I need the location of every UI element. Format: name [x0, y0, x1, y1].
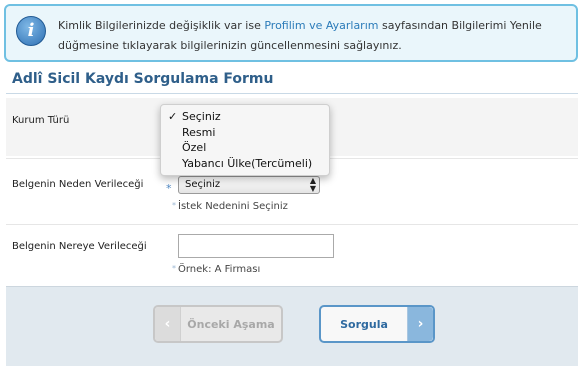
dropdown-option-ozel[interactable]: Özel [161, 140, 329, 156]
info-icon: i [16, 16, 46, 46]
nereye-hint-text: Örnek: A Firması [178, 264, 261, 275]
kurum-label: Kurum Türü [12, 115, 70, 126]
info-message-box: i Kimlik Bilgilerinizde değişiklik var i… [4, 4, 578, 62]
dropdown-option-label: Resmi [182, 125, 216, 139]
neden-hint: * İstek Nedenini Seçiniz [172, 201, 288, 212]
info-message: Kimlik Bilgilerinizde değişiklik var ise… [58, 16, 568, 56]
neden-select-value: Seçiniz [185, 179, 221, 190]
dropdown-option-seciniz[interactable]: ✓ Seçiniz [161, 109, 329, 125]
form-row-nereye: Belgenin Nereye Verileceği * Örnek: A Fir… [6, 224, 578, 286]
chevron-right-icon: › [407, 307, 433, 341]
kurum-dropdown-menu[interactable]: ✓ Seçiniz Resmi Özel Yabancı Ülke(Tercüme… [160, 104, 330, 176]
dropdown-option-label: Yabancı Ülke(Tercümeli) [182, 156, 313, 170]
nereye-input[interactable] [178, 234, 334, 258]
nereye-hint: * Örnek: A Firması [172, 264, 260, 275]
title-divider [6, 93, 578, 94]
checkmark-icon: ✓ [168, 110, 178, 123]
required-star-icon: * [166, 182, 172, 195]
neden-select[interactable]: Seçiniz ▲ ▼ [178, 176, 320, 194]
nereye-label: Belgenin Nereye Verileceği [12, 241, 147, 252]
previous-step-label: Önceki Aşama [187, 318, 275, 331]
dropdown-option-label: Seçiniz [182, 110, 221, 123]
query-button[interactable]: Sorgula › [319, 305, 435, 343]
form-footer [6, 286, 578, 366]
hint-marker-icon: * [172, 264, 176, 273]
dropdown-option-label: Özel [182, 141, 207, 154]
profile-settings-link[interactable]: Profilim ve Ayarlarım [264, 19, 378, 32]
select-arrows-icon: ▲ ▼ [309, 176, 316, 193]
query-button-label: Sorgula [340, 318, 388, 331]
hint-marker-icon: * [172, 201, 176, 210]
neden-hint-text: İstek Nedenini Seçiniz [178, 201, 288, 212]
info-text-before: Kimlik Bilgilerinizde değişiklik var ise [58, 19, 265, 32]
previous-step-button[interactable]: ‹ Önceki Aşama [153, 305, 283, 343]
dropdown-option-yabanci[interactable]: Yabancı Ülke(Tercümeli) [161, 156, 329, 172]
chevron-left-icon: ‹ [155, 307, 181, 341]
dropdown-option-resmi[interactable]: Resmi [161, 125, 329, 141]
form-title: Adlî Sicil Kaydı Sorgulama Formu [12, 71, 274, 87]
neden-label: Belgenin Neden Verileceği [12, 179, 144, 190]
